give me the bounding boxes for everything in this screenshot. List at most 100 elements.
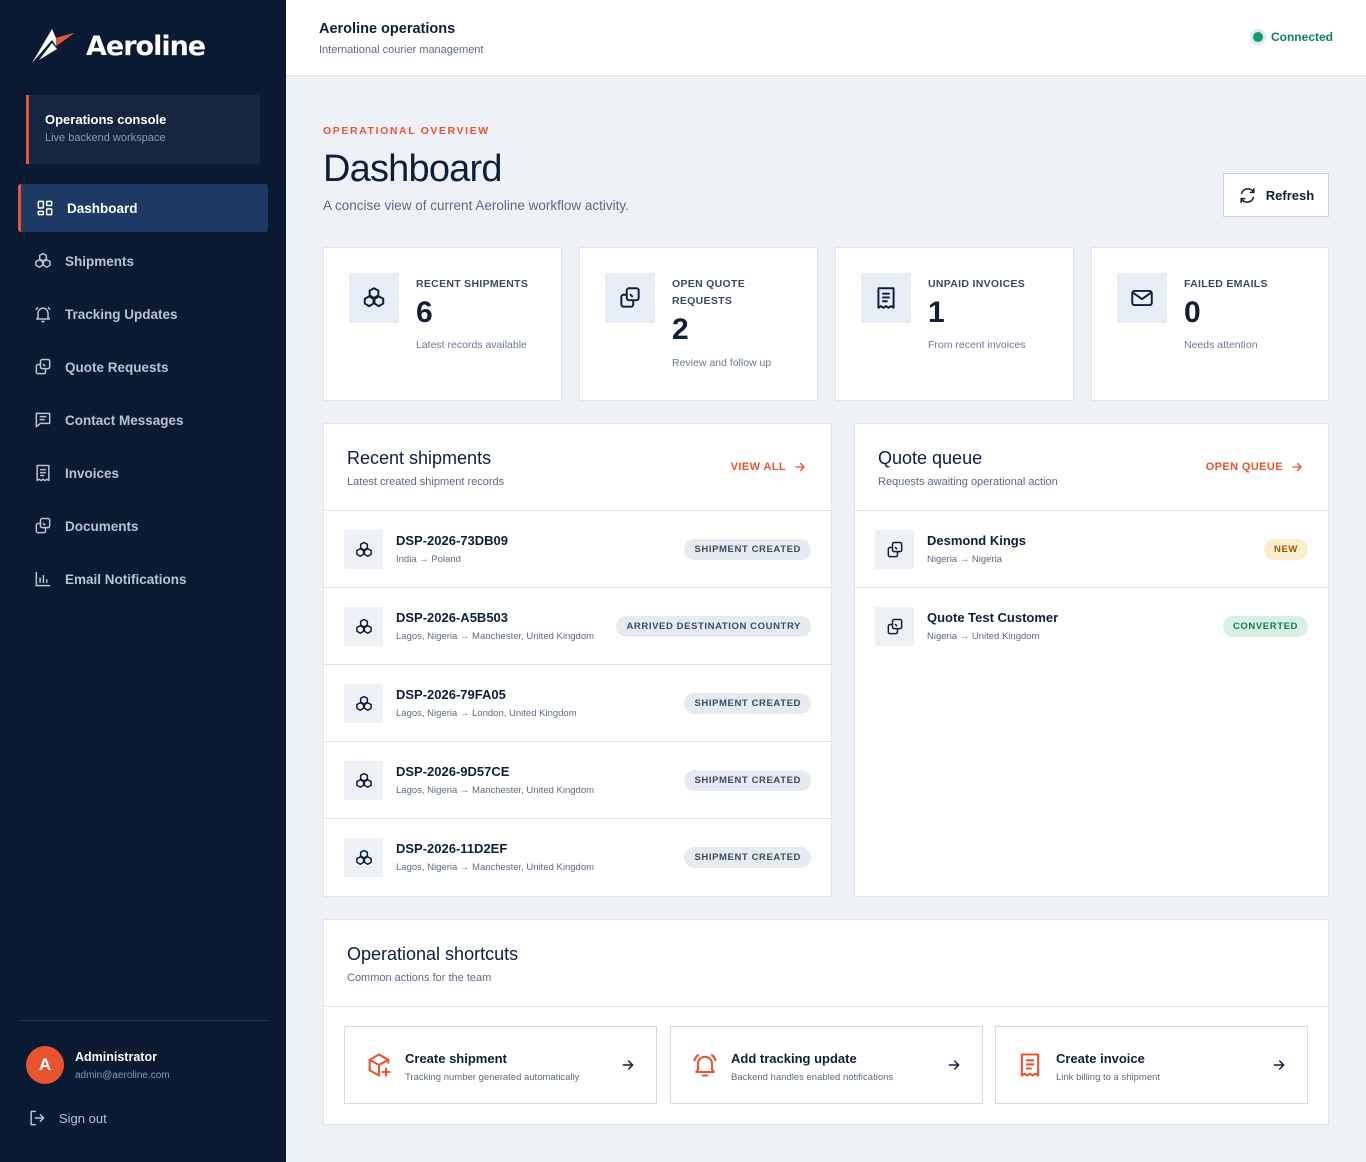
shortcut-subtitle: Tracking number generated automatically <box>405 1072 580 1083</box>
bell-ring-icon <box>691 1051 719 1079</box>
table-row[interactable]: DSP-2026-79FA05 Lagos, Nigeria → London,… <box>324 665 831 742</box>
quote-queue-panel: Quote queue Requests awaiting operationa… <box>854 423 1329 897</box>
mail-icon <box>1129 285 1155 311</box>
quote-route: Nigeria → United Kingdom <box>927 631 1040 642</box>
table-row[interactable]: DSP-2026-11D2EF Lagos, Nigeria → Manches… <box>324 819 831 896</box>
user-profile[interactable]: A Administrator admin@aeroline.com <box>26 1046 170 1084</box>
status-dot-icon <box>1252 32 1263 42</box>
boxes-icon <box>33 251 53 271</box>
receipt-icon <box>33 463 53 483</box>
create-invoice-shortcut[interactable]: Create invoice Link billing to a shipmen… <box>995 1026 1308 1104</box>
shortcut-subtitle: Link billing to a shipment <box>1056 1072 1161 1083</box>
arrow-right-icon <box>1290 460 1304 474</box>
boxes-icon <box>354 694 374 714</box>
recent-shipments-panel: Recent shipments Latest created shipment… <box>323 423 832 897</box>
status-badge: SHIPMENT CREATED <box>684 539 811 560</box>
status-badge: CONVERTED <box>1222 616 1308 637</box>
sidebar-item-contact-messages[interactable]: Contact Messages <box>18 396 268 444</box>
panel-subtitle: Common actions for the team <box>347 972 492 984</box>
list-item[interactable]: Desmond Kings Nigeria → Nigeria NEW <box>855 511 1328 588</box>
stat-icon-box <box>1117 273 1167 323</box>
panel-header: Quote queue Requests awaiting operationa… <box>855 424 1328 511</box>
status-badge: SHIPMENT CREATED <box>684 770 811 791</box>
boxes-icon <box>361 285 387 311</box>
sidebar-item-quote-requests[interactable]: Quote Requests <box>18 343 268 391</box>
sign-out-icon <box>27 1108 47 1128</box>
sign-out-label: Sign out <box>59 1110 107 1126</box>
stat-value: 0 <box>1184 296 1201 329</box>
sidebar-item-label: Invoices <box>65 465 120 481</box>
quote-route: Nigeria → Nigeria <box>927 554 1002 565</box>
quote-customer: Desmond Kings <box>927 533 1026 548</box>
receipt-icon <box>1016 1051 1044 1079</box>
stat-icon-box <box>605 273 655 323</box>
refresh-button[interactable]: Refresh <box>1223 173 1329 217</box>
refresh-label: Refresh <box>1265 187 1315 203</box>
open-queue-link[interactable]: OPEN QUEUE <box>1206 460 1304 474</box>
sign-out-button[interactable]: Sign out <box>27 1108 107 1128</box>
status-badge: SHIPMENT CREATED <box>684 847 811 868</box>
bar-chart-icon <box>33 569 53 589</box>
sidebar-item-label: Shipments <box>65 253 135 269</box>
stat-label: UNPAID INVOICES <box>928 278 1026 290</box>
shipment-route: Lagos, Nigeria → London, United Kingdom <box>396 708 577 719</box>
dashboard-icon <box>35 198 55 218</box>
brand-name: Aeroline <box>86 30 206 62</box>
copy-icon <box>33 516 53 536</box>
sidebar-item-shipments[interactable]: Shipments <box>18 237 268 285</box>
panel-subtitle: Requests awaiting operational action <box>878 476 1058 488</box>
top-bar: Aeroline operations International courie… <box>286 0 1366 76</box>
table-row[interactable]: DSP-2026-9D57CE Lagos, Nigeria → Manches… <box>324 742 831 819</box>
sidebar-item-dashboard[interactable]: Dashboard <box>18 184 268 232</box>
panel-title: Operational shortcuts <box>347 944 519 964</box>
view-all-link[interactable]: VIEW ALL <box>731 460 807 474</box>
arrow-right-icon <box>1271 1057 1287 1073</box>
shipment-route: Lagos, Nigeria → Manchester, United King… <box>396 785 595 796</box>
panel-header: Recent shipments Latest created shipment… <box>324 424 831 511</box>
list-item[interactable]: Quote Test Customer Nigeria → United Kin… <box>855 588 1328 665</box>
brand-logo[interactable]: Aeroline <box>30 26 206 66</box>
stat-card-failed-emails: FAILED EMAILS 0 Needs attention <box>1091 247 1329 401</box>
refresh-icon <box>1238 186 1257 205</box>
user-name: Administrator <box>75 1050 157 1064</box>
shortcut-title: Create invoice <box>1056 1051 1145 1066</box>
sidebar-item-label: Email Notifications <box>65 571 187 587</box>
package-plus-icon <box>365 1051 393 1079</box>
copy-icon <box>885 540 905 560</box>
console-card: Operations console Live backend workspac… <box>26 95 260 164</box>
avatar: A <box>26 1046 64 1084</box>
add-tracking-update-shortcut[interactable]: Add tracking update Backend handles enab… <box>670 1026 983 1104</box>
sidebar-item-documents[interactable]: Documents <box>18 502 268 550</box>
boxes-icon <box>354 771 374 791</box>
boxes-icon <box>354 540 374 560</box>
sidebar-item-label: Quote Requests <box>65 359 169 375</box>
row-icon-box <box>344 530 383 569</box>
stat-icon-box <box>861 273 911 323</box>
stat-label: OPEN QUOTE REQUESTS <box>672 278 746 307</box>
page-eyebrow: OPERATIONAL OVERVIEW <box>323 125 490 137</box>
boxes-icon <box>354 617 374 637</box>
table-row[interactable]: DSP-2026-73DB09 India → Poland SHIPMENT … <box>324 511 831 588</box>
shipment-route: Lagos, Nigeria → Manchester, United King… <box>396 862 595 873</box>
arrow-right-icon <box>620 1057 636 1073</box>
sidebar-item-invoices[interactable]: Invoices <box>18 449 268 497</box>
stat-card-unpaid-invoices: UNPAID INVOICES 1 From recent invoices <box>835 247 1074 401</box>
row-icon-box <box>344 838 383 877</box>
sidebar-item-tracking-updates[interactable]: Tracking Updates <box>18 290 268 338</box>
sidebar-item-label: Dashboard <box>67 200 138 216</box>
create-shipment-shortcut[interactable]: Create shipment Tracking number generate… <box>344 1026 657 1104</box>
table-row[interactable]: DSP-2026-A5B503 Lagos, Nigeria → Manches… <box>324 588 831 665</box>
console-subtitle: Live backend workspace <box>45 132 166 144</box>
shortcut-title: Create shipment <box>405 1051 507 1066</box>
topbar-subtitle: International courier management <box>319 44 484 56</box>
stat-label: FAILED EMAILS <box>1184 278 1268 290</box>
shipment-route: Lagos, Nigeria → Manchester, United King… <box>396 631 595 642</box>
stat-note: Review and follow up <box>672 357 772 369</box>
row-icon-box <box>875 607 914 646</box>
panel-header: Operational shortcuts Common actions for… <box>324 920 1328 1007</box>
panel-subtitle: Latest created shipment records <box>347 476 505 488</box>
sidebar-item-email-notifications[interactable]: Email Notifications <box>18 555 268 603</box>
status-badge: SHIPMENT CREATED <box>684 693 811 714</box>
stat-value: 2 <box>672 313 689 346</box>
sidebar: Aeroline Operations console Live backend… <box>0 0 286 1162</box>
